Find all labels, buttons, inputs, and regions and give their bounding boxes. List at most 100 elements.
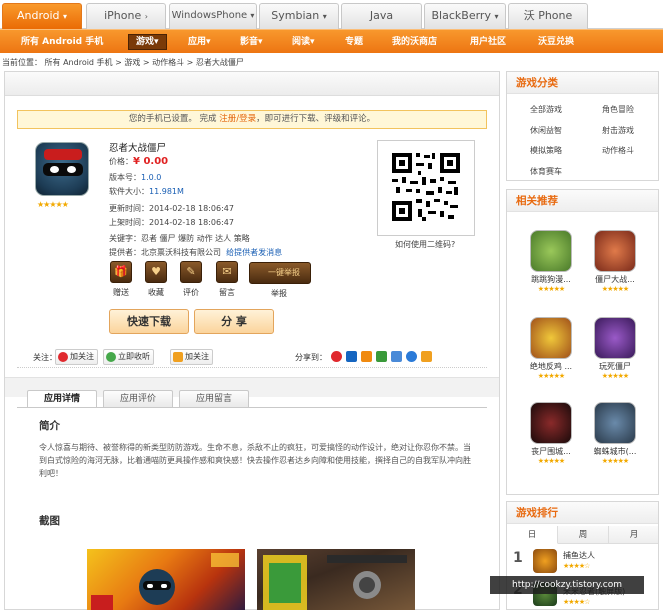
- login-link[interactable]: 注册/登录: [219, 114, 256, 124]
- qr-code: [377, 140, 475, 236]
- ninja-eye: [67, 166, 76, 173]
- category-simulation-strategy[interactable]: 模拟策略: [511, 145, 581, 156]
- qzone-follow-button[interactable]: 立即收听: [103, 349, 154, 365]
- recommend-app-name: 丧尸围城...: [531, 447, 571, 456]
- platform-tab-windowsphone[interactable]: WindowsPhone ▾: [169, 3, 257, 29]
- tencent-weibo-icon: [173, 352, 183, 362]
- watermark: http://cookzy.tistory.com: [490, 576, 644, 594]
- category-casual-puzzle[interactable]: 休闲益智: [511, 125, 581, 136]
- tab-app-reviews[interactable]: 应用评价: [103, 390, 173, 407]
- tab-underline: [17, 407, 487, 408]
- nav-item-reading[interactable]: 阅读▾: [292, 30, 315, 54]
- size-row: 软件大小：11.981M: [109, 186, 184, 197]
- nav-item-games[interactable]: 游戏▾: [128, 34, 167, 50]
- rank-tab-week[interactable]: 周: [558, 526, 609, 544]
- screenshot-1[interactable]: [87, 549, 245, 610]
- kaixin-share-icon[interactable]: [391, 351, 402, 362]
- ninja-mask: [43, 163, 83, 176]
- app-rating-stars: ★★★★★: [37, 200, 69, 209]
- platform-tab-label: iPhone: [104, 9, 142, 22]
- listed-label: 上架时间：: [109, 218, 149, 227]
- intro-text: 令人惊喜与期待、被誉称得的新类型防防游戏。生命不息，杀敌不止的疯狂，可爱搞怪的动…: [39, 443, 471, 478]
- qr-code-image: [392, 153, 460, 221]
- price-value: ¥ 0.00: [133, 156, 169, 167]
- category-rpg-adventure[interactable]: 角色冒险: [583, 104, 653, 115]
- tencent-follow-button[interactable]: 加关注: [170, 349, 213, 365]
- share-to-label: 分享到：: [295, 353, 327, 362]
- recommend-item[interactable]: 跳跳狗漫... ★★★★★: [519, 230, 583, 293]
- recommend-app-icon: [594, 230, 636, 272]
- recommend-item[interactable]: 僵尸大战... ★★★★★: [583, 230, 647, 293]
- app-detail-panel: 您的手机已设置。 完成 注册/登录，即可进行下载、评级和评论。 ★★★★★ 忍者…: [4, 71, 500, 610]
- action-label: 赠送: [113, 288, 129, 297]
- platform-tab-wophone[interactable]: 沃 Phone: [508, 3, 588, 29]
- douban-share-icon[interactable]: [376, 351, 387, 362]
- platform-tab-blackberry[interactable]: BlackBerry ▾: [424, 3, 506, 29]
- version-row: 版本号：1.0.0: [109, 172, 161, 183]
- nav-item-apps[interactable]: 应用▾: [188, 30, 211, 54]
- category-shooting[interactable]: 射击游戏: [583, 125, 653, 136]
- download-button[interactable]: 快速下载: [109, 309, 189, 334]
- renren-share-icon[interactable]: [346, 351, 357, 362]
- recommend-app-stars: ★★★★★: [601, 372, 629, 380]
- recommend-item[interactable]: 丧尸围城... ★★★★★: [519, 402, 583, 465]
- rank-app-stars: ★★★★☆: [563, 598, 590, 606]
- share-button[interactable]: 分 享: [194, 309, 274, 334]
- plus-icon: [106, 352, 116, 362]
- recommend-app-stars: ★★★★★: [537, 372, 565, 380]
- category-all-games[interactable]: 全部游戏: [511, 104, 581, 115]
- tab-app-details[interactable]: 应用详情: [27, 390, 97, 408]
- rank-app-icon[interactable]: [533, 549, 557, 573]
- platform-tab-label: Android: [16, 9, 60, 22]
- recommend-app-icon: [530, 230, 572, 272]
- tencent-follow-label: 加关注: [185, 352, 209, 361]
- report-button[interactable]: 一键举报: [249, 262, 311, 284]
- notice-text: ，即可进行下载、评级和评论。: [256, 114, 376, 124]
- recommend-item[interactable]: 玩死僵尸 ★★★★★: [583, 317, 647, 380]
- nav-item-my-store[interactable]: 我的沃商店: [392, 30, 437, 54]
- platform-tab-java[interactable]: Java: [341, 3, 422, 29]
- recommend-item[interactable]: 蜘蛛城市(... ★★★★★: [583, 402, 647, 465]
- recommend-app-icon: [594, 317, 636, 359]
- version-label: 版本号：: [109, 173, 141, 182]
- rank-app-name[interactable]: 捕鱼达人: [563, 550, 595, 561]
- gift-action[interactable]: 🎁 赠送: [109, 261, 133, 298]
- platform-tab-label: Symbian: [271, 9, 320, 22]
- more-share-icon[interactable]: [421, 351, 432, 362]
- platform-tab-iphone[interactable]: iPhone ›: [86, 3, 166, 29]
- breadcrumb: 当前位置： 所有 Android 手机 > 游戏 > 动作格斗 > 忍者大战僵尸: [2, 58, 244, 67]
- provider-label: 提供者：: [109, 248, 141, 257]
- nav-item-media[interactable]: 影音▾: [240, 30, 263, 54]
- follow-label: 关注：: [33, 353, 57, 362]
- nav-item-all-android[interactable]: 所有 Android 手机: [21, 30, 103, 54]
- rank-tab-day[interactable]: 日: [507, 526, 558, 544]
- nav-item-topics[interactable]: 专题: [345, 30, 363, 54]
- rate-action[interactable]: ✎ 评价: [179, 261, 203, 298]
- message-provider-link[interactable]: 给提供者发消息: [226, 248, 282, 257]
- qr-help-link[interactable]: 如何使用二维码?: [395, 239, 455, 250]
- weibo-follow-button[interactable]: 加关注: [55, 349, 98, 365]
- size-label: 软件大小：: [109, 187, 149, 196]
- platform-tab-label: BlackBerry: [431, 9, 491, 22]
- platform-tab-android[interactable]: Android ▾: [2, 3, 82, 29]
- message-action[interactable]: ✉ 留言: [215, 261, 239, 298]
- recommend-panel-title: 相关推荐: [507, 190, 658, 212]
- platform-tab-symbian[interactable]: Symbian ▾: [259, 3, 339, 29]
- chevron-right-icon: ›: [144, 12, 148, 21]
- weibo-share-icon[interactable]: [331, 351, 342, 362]
- tab-app-comments[interactable]: 应用留言: [179, 390, 249, 407]
- favorite-action[interactable]: ♥ 收藏: [144, 261, 168, 298]
- qzone-share-icon[interactable]: [406, 351, 417, 362]
- tencent-share-icon[interactable]: [361, 351, 372, 362]
- recommend-item[interactable]: 绝地反鸡 ... ★★★★★: [519, 317, 583, 380]
- rank-tab-month[interactable]: 月: [609, 526, 658, 544]
- app-name: 忍者大战僵尸: [109, 143, 167, 154]
- category-sports-racing[interactable]: 体育赛车: [511, 166, 581, 177]
- nav-item-points-exchange[interactable]: 沃豆兑换: [538, 30, 574, 54]
- screenshot-2[interactable]: [257, 549, 415, 610]
- category-action-fighting[interactable]: 动作格斗: [583, 145, 653, 156]
- listed-row: 上架时间：2014-02-18 18:06:47: [109, 217, 234, 228]
- nav-item-community[interactable]: 用户社区: [470, 30, 506, 54]
- chevron-down-icon: ▾: [494, 12, 499, 21]
- login-notice: 您的手机已设置。 完成 注册/登录，即可进行下载、评级和评论。: [17, 110, 487, 129]
